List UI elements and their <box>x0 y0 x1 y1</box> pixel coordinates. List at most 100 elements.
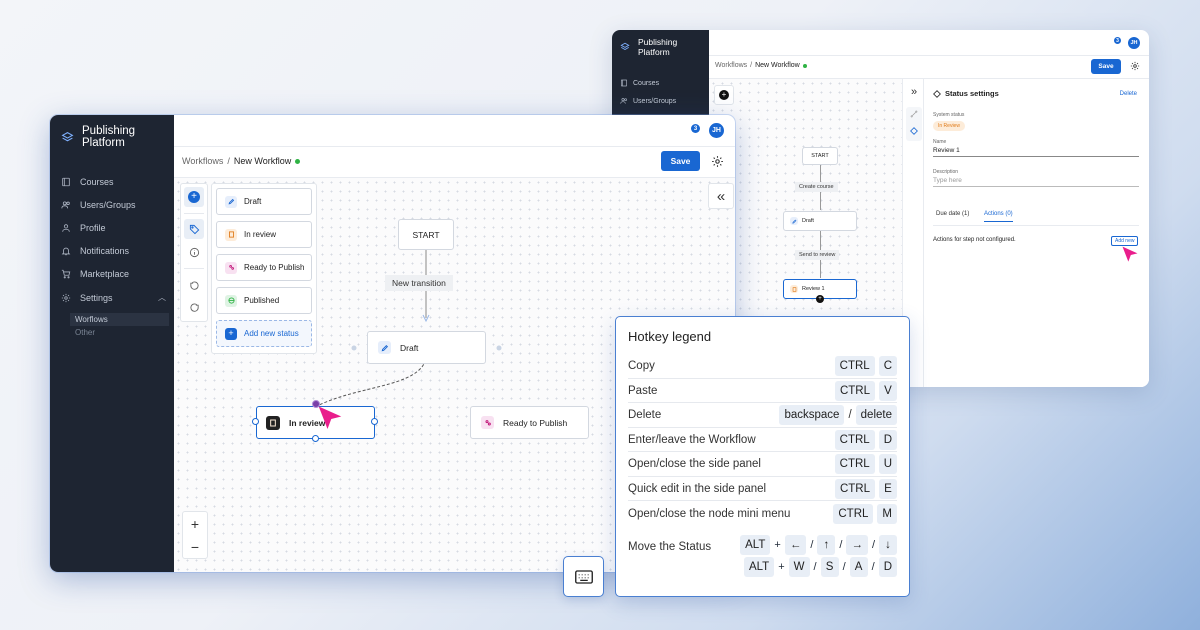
sidebar-item-label: Settings <box>80 292 113 303</box>
back-breadcrumb-current: New Workflow <box>755 62 800 69</box>
name-field[interactable]: Review 1 <box>933 147 1139 157</box>
description-label: Description <box>933 169 959 175</box>
diamond-outline-icon <box>933 89 941 98</box>
connection-handle-bottom[interactable] <box>312 435 319 442</box>
sidebar-item-users[interactable]: Users/Groups <box>61 200 136 210</box>
save-button[interactable]: Save <box>661 151 700 171</box>
hotkey-key: S <box>820 557 839 577</box>
keyboard-icon <box>574 569 593 584</box>
back-brand: Publishing Platform <box>620 37 709 57</box>
panel-tab-due-date[interactable]: Due date (1) <box>936 211 969 217</box>
hotkey-key: CTRL <box>834 380 875 401</box>
cart-icon <box>61 269 71 279</box>
hotkey-key: → <box>846 535 868 555</box>
hotkey-label: Paste <box>628 384 658 397</box>
back-expand-button[interactable]: » <box>903 84 925 100</box>
hotkey-key: E <box>879 478 897 499</box>
hotkey-key: W <box>788 557 810 577</box>
connection-handle-right[interactable] <box>371 418 378 425</box>
header-divider <box>174 146 735 147</box>
chevron-up-icon[interactable]: ︿ <box>158 292 166 303</box>
description-field[interactable]: Type here <box>933 177 1139 187</box>
hotkey-key: CTRL <box>834 429 875 450</box>
sidebar-subitem-worflows[interactable]: Worflows <box>70 313 169 326</box>
back-notification-badge[interactable]: 3 <box>1114 37 1121 44</box>
back-nav-label: Users/Groups <box>633 97 677 105</box>
hotkey-label: Delete <box>628 409 662 421</box>
connection-handle-left[interactable] <box>252 418 259 425</box>
hotkey-separator: / <box>810 539 814 551</box>
panel-delete-button[interactable]: Delete <box>1120 91 1137 97</box>
draft-node-label: Draft <box>400 342 419 353</box>
panel-tab-actions[interactable]: Actions (0) <box>984 211 1013 222</box>
cursor-pointer-icon <box>1120 244 1140 266</box>
avatar[interactable]: JH <box>709 123 724 138</box>
sidebar-item-profile[interactable]: Profile <box>61 223 106 233</box>
hotkey-row: Quick edit in the side panel CTRL E <box>628 477 897 501</box>
collapse-panel-button[interactable]: « <box>708 183 734 209</box>
back-header-divider <box>709 55 1149 56</box>
hotkey-key: ↓ <box>879 535 897 555</box>
book-icon <box>620 79 628 87</box>
users-icon <box>61 200 71 210</box>
name-label: Name <box>933 139 947 145</box>
system-status-badge: In Review <box>933 121 965 131</box>
layers-logo-icon <box>620 42 630 52</box>
draft-node[interactable]: Draft <box>367 331 486 364</box>
sidebar-item-marketplace[interactable]: Marketplace <box>61 269 129 279</box>
hotkey-key: D <box>878 429 897 450</box>
back-save-button[interactable]: Save <box>1091 59 1121 74</box>
ready-node[interactable]: Ready to Publish <box>470 406 589 439</box>
status-dot <box>295 158 301 164</box>
sidebar-subitem-other[interactable]: Other <box>75 328 95 337</box>
move-keys-letters: ALT + W / S / A / D <box>743 557 897 577</box>
back-transition-2[interactable]: Send to review <box>795 250 840 260</box>
panel-title: Status settings <box>945 89 999 98</box>
document-icon <box>790 285 798 293</box>
sidebar-item-label: Notifications <box>80 246 130 256</box>
move-keys-arrows: ALT + ← / ↑ / → / ↓ <box>740 535 897 555</box>
back-nav-users[interactable]: Users/Groups <box>620 97 676 105</box>
back-draft-node[interactable]: Draft <box>783 211 857 231</box>
back-settings-gear-icon[interactable] <box>1130 61 1140 71</box>
keyboard-shortcuts-button[interactable] <box>563 556 604 597</box>
transition-label[interactable]: New transition <box>385 275 453 291</box>
back-nav-courses[interactable]: Courses <box>620 79 659 87</box>
users-icon <box>620 97 628 105</box>
panel-tabs-divider <box>933 225 1139 226</box>
cursor-pointer-icon <box>315 403 345 435</box>
sidebar-item-label: Profile <box>80 223 106 233</box>
status-dot <box>802 63 807 68</box>
back-add-node-handle[interactable]: + <box>816 295 824 303</box>
hotkey-legend-panel: Hotkey legend Copy CTRL C Paste CTRL V Del… <box>615 316 910 597</box>
zoom-out-button[interactable]: − <box>183 535 207 558</box>
ready-node-label: Ready to Publish <box>503 417 568 428</box>
back-add-button[interactable]: + <box>714 85 734 105</box>
back-transition-1[interactable]: Create course <box>795 182 838 192</box>
breadcrumb-root[interactable]: Workflows <box>182 156 223 166</box>
back-breadcrumb-root[interactable]: Workflows <box>715 62 747 69</box>
diamond-icon[interactable] <box>910 127 918 135</box>
hotkey-separator: / <box>871 561 875 573</box>
back-avatar[interactable]: JH <box>1128 37 1140 49</box>
start-node[interactable]: START <box>398 219 454 250</box>
sidebar-item-notifications[interactable]: Notifications <box>61 246 129 256</box>
zoom-in-button[interactable]: + <box>183 512 207 535</box>
sidebar-item-settings[interactable]: Settings ︿ <box>61 292 166 303</box>
sidebar-item-courses[interactable]: Courses <box>61 177 114 187</box>
hotkey-label: Copy <box>628 360 655 372</box>
notification-badge[interactable]: 3 <box>691 124 700 133</box>
route-icon[interactable] <box>910 110 918 118</box>
hotkey-key: ← <box>784 535 807 555</box>
hotkey-key: delete <box>855 405 897 425</box>
hotkey-label: Open/close the node mini menu <box>628 507 791 520</box>
back-start-node[interactable]: START <box>802 147 838 165</box>
back-breadcrumb: Workflows / New Workflow <box>715 62 807 69</box>
back-brand-name: Publishing Platform <box>638 37 678 57</box>
hotkey-key: CTRL <box>834 356 875 376</box>
hotkey-key: C <box>878 356 897 376</box>
back-rail-tools <box>906 107 922 141</box>
hotkey-key: D <box>878 557 897 577</box>
document-icon <box>266 415 280 430</box>
settings-gear-icon[interactable] <box>711 155 724 168</box>
